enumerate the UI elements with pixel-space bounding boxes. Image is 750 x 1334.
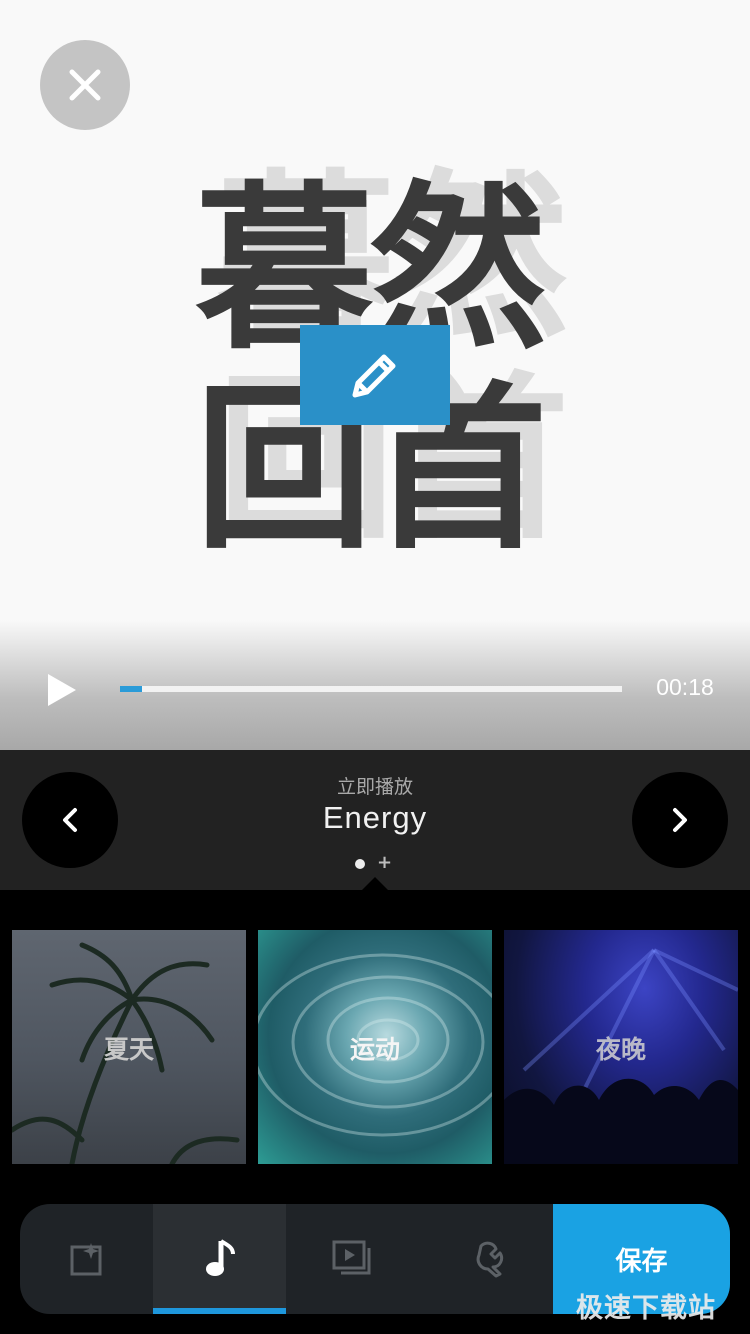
- add-page-icon: +: [377, 852, 393, 873]
- progress-bar[interactable]: [120, 686, 622, 692]
- theme-card-label: 夏天: [103, 1035, 154, 1064]
- next-theme-button[interactable]: [632, 772, 728, 868]
- theme-selector: 立即播放 Energy +: [0, 750, 750, 890]
- play-button[interactable]: [44, 672, 80, 708]
- duration-label: 00:18: [656, 674, 714, 700]
- tool-video-clips[interactable]: [286, 1204, 419, 1314]
- music-theme-cards: 夏天 运动 夜晚: [0, 930, 750, 1164]
- page-indicator: +: [355, 852, 395, 873]
- theme-card-label: 运动: [349, 1035, 400, 1064]
- selection-pointer: [362, 877, 388, 890]
- close-icon: [69, 69, 101, 101]
- music-note-icon: [205, 1239, 235, 1276]
- theme-card-label: 夜晚: [595, 1035, 646, 1064]
- tool-settings[interactable]: [419, 1204, 552, 1314]
- watermark: 极速下载站: [576, 1293, 716, 1324]
- video-layers-icon: [332, 1240, 370, 1275]
- edit-title-button[interactable]: [300, 325, 450, 425]
- active-tab-indicator: [153, 1308, 286, 1314]
- theme-card-sport[interactable]: 运动: [258, 930, 492, 1164]
- theme-card-summer[interactable]: 夏天: [12, 930, 246, 1164]
- close-button[interactable]: [40, 40, 130, 130]
- play-icon: [48, 674, 76, 706]
- wrench-icon: [476, 1241, 503, 1278]
- tool-music[interactable]: [153, 1204, 286, 1314]
- theme-card-night[interactable]: 夜晚: [504, 930, 738, 1164]
- tool-photo-effects[interactable]: [20, 1204, 153, 1314]
- chevron-right-icon: [673, 808, 687, 832]
- sparkle-photo-icon: [70, 1243, 101, 1276]
- video-preview: 暮然 回首 暮然 回首 00:18: [0, 0, 750, 750]
- pencil-icon: [352, 354, 396, 398]
- playback-controls: 00:18: [0, 660, 750, 720]
- page-dot-active: [355, 859, 365, 869]
- progress-fill: [120, 686, 143, 692]
